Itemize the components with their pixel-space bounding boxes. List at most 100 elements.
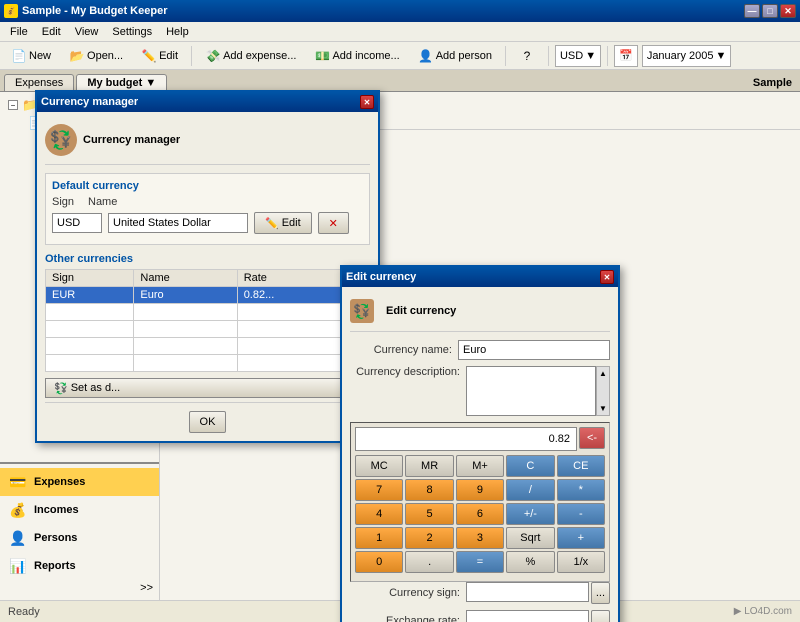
- calc-plusminus[interactable]: +/-: [506, 503, 554, 525]
- open-button[interactable]: 📂 Open...: [62, 45, 130, 67]
- window-controls: — □ ✕: [744, 4, 796, 18]
- calc-dot[interactable]: .: [405, 551, 453, 573]
- close-button[interactable]: ✕: [780, 4, 796, 18]
- currency-manager-title-bar: Currency manager ✕: [37, 92, 378, 112]
- calc-1[interactable]: 1: [355, 527, 403, 549]
- calc-mplus[interactable]: M+: [456, 455, 504, 477]
- calculator-grid: MC MR M+ C CE 7 8 9 / * 4 5 6 +/- - 1: [355, 455, 605, 573]
- table-row-empty-1: [46, 304, 344, 321]
- currency-manager-dialog[interactable]: Currency manager ✕ 💱 Currency manager De…: [35, 90, 380, 443]
- calc-ce[interactable]: CE: [557, 455, 605, 477]
- help-icon: ?: [519, 48, 535, 64]
- sign-input[interactable]: [52, 213, 102, 233]
- currency-desc-label: Currency description:: [350, 366, 460, 378]
- date-dropdown[interactable]: January 2005 ▼: [642, 45, 732, 67]
- edit-currency-close[interactable]: ✕: [600, 270, 614, 284]
- calc-minus[interactable]: -: [557, 503, 605, 525]
- currencies-table-area: Sign Name Rate EUR Euro 0.82...: [45, 269, 370, 398]
- currency-sign-input[interactable]: [466, 582, 589, 602]
- minimize-button[interactable]: —: [744, 4, 760, 18]
- set-default-icon: 💱: [54, 382, 68, 395]
- calc-pct[interactable]: %: [506, 551, 554, 573]
- calendar-icon[interactable]: 📅: [614, 45, 638, 67]
- edit-default-btn[interactable]: ✏️ Edit: [254, 212, 312, 234]
- calc-7[interactable]: 7: [355, 479, 403, 501]
- ok-btn[interactable]: OK: [189, 411, 227, 433]
- calc-c[interactable]: C: [506, 455, 554, 477]
- edit-button[interactable]: ✏️ Edit: [134, 45, 185, 67]
- calc-5[interactable]: 5: [405, 503, 453, 525]
- calc-mc[interactable]: MC: [355, 455, 403, 477]
- currency-name-input[interactable]: [458, 340, 610, 360]
- my-budget-tab[interactable]: My budget ▼: [76, 74, 167, 91]
- new-button[interactable]: 📄 New: [4, 45, 58, 67]
- other-currencies-label: Other currencies: [45, 253, 370, 265]
- currency-manager-content: 💱 Currency manager Default currency Sign…: [37, 112, 378, 441]
- edit-currency-content: 💱 Edit currency Currency name: Currency …: [342, 287, 618, 622]
- edit-currency-dialog[interactable]: Edit currency ✕ 💱 Edit currency Currency…: [340, 265, 620, 622]
- nav-incomes[interactable]: 💰 Incomes: [0, 496, 159, 524]
- sample-tab-label: Sample: [745, 75, 800, 91]
- maximize-button[interactable]: □: [762, 4, 778, 18]
- calc-8[interactable]: 8: [405, 479, 453, 501]
- calc-display-row: 0.82 <-: [355, 427, 605, 455]
- add-person-icon: 👤: [418, 48, 434, 64]
- menu-file[interactable]: File: [4, 24, 34, 40]
- toolbar: 📄 New 📂 Open... ✏️ Edit 💸 Add expense...…: [0, 42, 800, 70]
- table-row[interactable]: EUR Euro 0.82...: [46, 287, 344, 304]
- help-button[interactable]: ?: [512, 45, 542, 67]
- calc-mul[interactable]: *: [557, 479, 605, 501]
- backspace-btn[interactable]: <-: [579, 427, 605, 449]
- menu-bar: File Edit View Settings Help: [0, 22, 800, 42]
- menu-edit[interactable]: Edit: [36, 24, 67, 40]
- currency-manager-header-label: Currency manager: [83, 134, 180, 146]
- currency-sign-label: Currency sign:: [350, 587, 460, 599]
- calc-9[interactable]: 9: [456, 479, 504, 501]
- row-sign: EUR: [46, 287, 134, 304]
- col-sign: Sign: [46, 270, 134, 287]
- row-rate: 0.82...: [237, 287, 343, 304]
- calc-plus[interactable]: +: [557, 527, 605, 549]
- desc-scrollbar[interactable]: ▲ ▼: [596, 366, 610, 416]
- name-label: Name: [88, 196, 118, 208]
- name-input[interactable]: [108, 213, 248, 233]
- currency-dropdown[interactable]: USD ▼: [555, 45, 601, 67]
- tree-expand-car[interactable]: −: [8, 100, 18, 110]
- calc-6[interactable]: 6: [456, 503, 504, 525]
- add-expense-button[interactable]: 💸 Add expense...: [198, 45, 303, 67]
- nav-buttons: 💳 Expenses 💰 Incomes 👤 Persons 📊 Reports…: [0, 462, 159, 600]
- delete-default-btn[interactable]: ✕: [318, 212, 349, 234]
- nav-reports[interactable]: 📊 Reports: [0, 552, 159, 580]
- menu-view[interactable]: View: [69, 24, 105, 40]
- edit-currency-title-bar: Edit currency ✕: [342, 267, 618, 287]
- col-rate: Rate: [237, 270, 343, 287]
- add-income-button[interactable]: 💵 Add income...: [307, 45, 406, 67]
- expenses-tab: Expenses: [4, 74, 74, 91]
- add-person-button[interactable]: 👤 Add person: [411, 45, 499, 67]
- calc-eq[interactable]: =: [456, 551, 504, 573]
- calc-div[interactable]: /: [506, 479, 554, 501]
- currency-desc-input[interactable]: [466, 366, 596, 416]
- calc-0[interactable]: 0: [355, 551, 403, 573]
- nav-expand-btn[interactable]: >>: [0, 580, 159, 596]
- calc-sqrt[interactable]: Sqrt: [506, 527, 554, 549]
- currency-manager-close[interactable]: ✕: [360, 95, 374, 109]
- calc-3[interactable]: 3: [456, 527, 504, 549]
- calc-inv[interactable]: 1/x: [557, 551, 605, 573]
- nav-persons[interactable]: 👤 Persons: [0, 524, 159, 552]
- currency-name-label: Currency name:: [350, 344, 452, 356]
- calc-mr[interactable]: MR: [405, 455, 453, 477]
- status-text: Ready: [8, 606, 40, 618]
- new-icon: 📄: [11, 48, 27, 64]
- set-default-btn[interactable]: 💱 Set as d...: [45, 378, 344, 398]
- edit-currency-header: 💱 Edit currency: [350, 295, 610, 332]
- calc-4[interactable]: 4: [355, 503, 403, 525]
- table-row-empty-2: [46, 321, 344, 338]
- menu-settings[interactable]: Settings: [106, 24, 158, 40]
- menu-help[interactable]: Help: [160, 24, 195, 40]
- nav-expenses[interactable]: 💳 Expenses: [0, 468, 159, 496]
- expenses-nav-label: Expenses: [34, 476, 85, 488]
- title-bar: 💰 Sample - My Budget Keeper — □ ✕: [0, 0, 800, 22]
- calc-2[interactable]: 2: [405, 527, 453, 549]
- table-row-empty-4: [46, 355, 344, 372]
